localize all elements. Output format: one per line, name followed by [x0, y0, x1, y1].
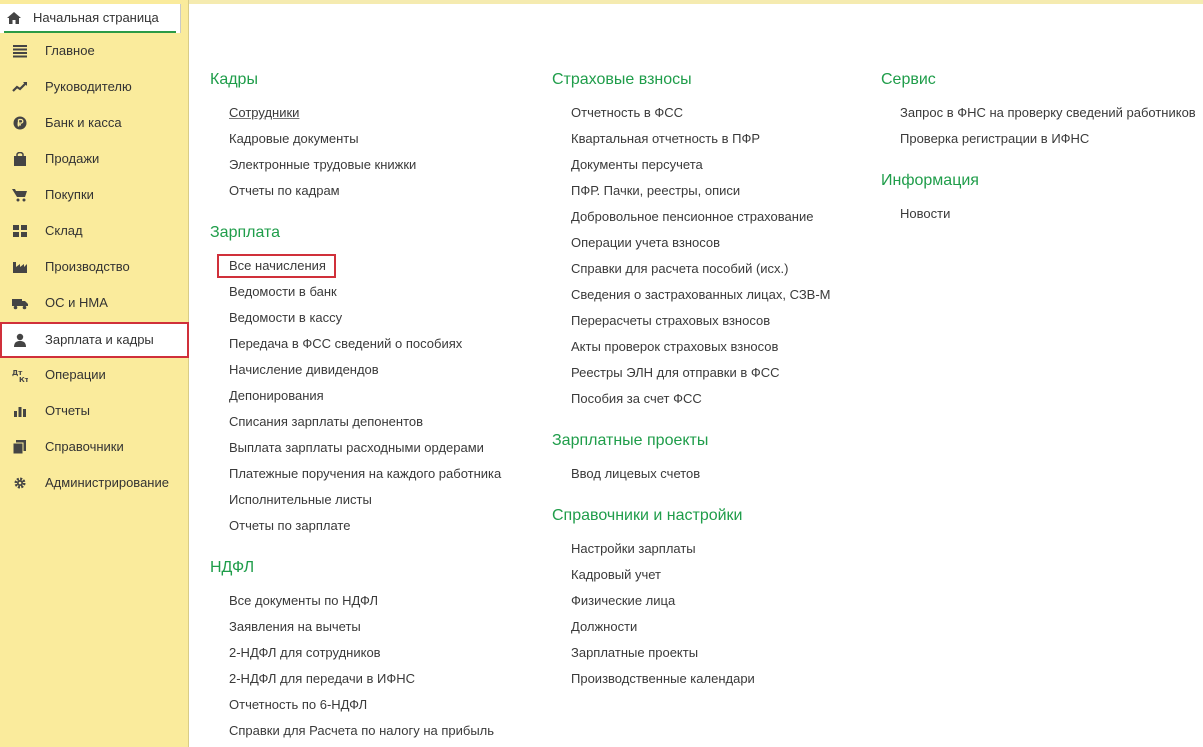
sidebar-item-bank[interactable]: Банк и касса	[0, 105, 189, 141]
sidebar-item-label: Руководителю	[45, 79, 132, 94]
link-profit-tax-certificates[interactable]: Справки для Расчета по налогу на прибыль	[229, 723, 494, 738]
link-eln-registers[interactable]: Реестры ЭЛН для отправки в ФСС	[571, 365, 780, 380]
link-writs-of-execution[interactable]: Исполнительные листы	[229, 492, 372, 507]
link-ifns-registration-check[interactable]: Проверка регистрации в ИФНС	[900, 131, 1089, 146]
sidebar-item-purchases[interactable]: Покупки	[0, 177, 189, 213]
link-szv-m[interactable]: Сведения о застрахованных лицах, СЗВ-М	[571, 287, 831, 302]
sidebar-item-label: Главное	[45, 43, 95, 58]
link-depositor-writeoffs[interactable]: Списания зарплаты депонентов	[229, 414, 423, 429]
link-electronic-workbooks[interactable]: Электронные трудовые книжки	[229, 157, 416, 172]
sidebar-item-warehouse[interactable]: Склад	[0, 213, 189, 249]
section-title-information: Информация	[881, 172, 979, 189]
shopping-bag-icon	[12, 152, 28, 166]
sidebar-item-salary-hr[interactable]: Зарплата и кадры	[0, 322, 189, 358]
sidebar-item-main[interactable]: Главное	[0, 33, 189, 69]
link-voluntary-pension[interactable]: Добровольное пенсионное страхование	[571, 209, 813, 224]
home-tab-label: Начальная страница	[33, 10, 159, 25]
sidebar-item-label: Склад	[45, 223, 83, 238]
sidebar-item-fixed-assets[interactable]: ОС и НМА	[0, 285, 189, 321]
link-all-ndfl-documents[interactable]: Все документы по НДФЛ	[229, 593, 378, 608]
sidebar-item-label: ОС и НМА	[45, 295, 108, 310]
link-payment-orders-per-employee[interactable]: Платежные поручения на каждого работника	[229, 466, 501, 481]
section-panel: Кадры Сотрудники Кадровые документы Элек…	[190, 0, 1203, 747]
link-hr-documents[interactable]: Кадровые документы	[229, 131, 359, 146]
sidebar-item-label: Продажи	[45, 151, 100, 166]
link-contribution-audits[interactable]: Акты проверок страховых взносов	[571, 339, 778, 354]
link-news[interactable]: Новости	[900, 206, 950, 221]
link-2ndfl-employees[interactable]: 2-НДФЛ для сотрудников	[229, 645, 381, 660]
section-title-ndfl: НДФЛ	[210, 559, 255, 576]
home-icon	[6, 11, 22, 25]
link-dividends[interactable]: Начисление дивидендов	[229, 362, 379, 377]
section-title-kadry: Кадры	[210, 71, 258, 88]
sidebar-item-reports[interactable]: Отчеты	[0, 393, 189, 429]
debit-credit-icon: Дт Кт	[12, 368, 28, 382]
link-fns-employee-check[interactable]: Запрос в ФНС на проверку сведений работн…	[900, 105, 1196, 120]
shopping-cart-icon	[12, 188, 28, 202]
link-depositions[interactable]: Депонирования	[229, 388, 324, 403]
link-salary-settings[interactable]: Настройки зарплаты	[571, 541, 696, 556]
person-icon	[12, 333, 28, 347]
sidebar-item-label: Справочники	[45, 439, 124, 454]
link-individuals[interactable]: Физические лица	[571, 593, 675, 608]
sidebar: Начальная страница Главное Руководителю …	[0, 0, 189, 747]
sidebar-item-administration[interactable]: Администрирование	[0, 465, 189, 501]
sidebar-item-label: Администрирование	[45, 475, 169, 490]
trend-chart-icon	[12, 80, 28, 94]
link-cash-order-payouts[interactable]: Выплата зарплаты расходными ордерами	[229, 440, 484, 455]
link-contribution-operations[interactable]: Операции учета взносов	[571, 235, 720, 250]
link-production-calendars[interactable]: Производственные календари	[571, 671, 755, 686]
link-pfr-packs[interactable]: ПФР. Пачки, реестры, описи	[571, 183, 740, 198]
link-positions[interactable]: Должности	[571, 619, 637, 634]
section-title-zarplata: Зарплата	[210, 224, 281, 241]
link-salary-projects[interactable]: Зарплатные проекты	[571, 645, 698, 660]
truck-icon	[12, 296, 28, 310]
section-title-service: Сервис	[881, 71, 936, 88]
link-hr-accounting[interactable]: Кадровый учет	[571, 567, 661, 582]
svg-text:Кт: Кт	[19, 376, 28, 382]
link-contribution-recalculations[interactable]: Перерасчеты страховых взносов	[571, 313, 770, 328]
link-6ndfl-reporting[interactable]: Отчетность по 6-НДФЛ	[229, 697, 367, 712]
sidebar-item-label: Операции	[45, 367, 106, 382]
link-bank-statements[interactable]: Ведомости в банк	[229, 284, 337, 299]
home-page-tab[interactable]: Начальная страница	[0, 4, 181, 33]
warehouse-grid-icon	[12, 224, 28, 238]
ruble-coin-icon	[12, 116, 28, 130]
link-personal-accounts-input[interactable]: Ввод лицевых счетов	[571, 466, 700, 481]
menu-lines-icon	[12, 44, 28, 58]
link-benefit-certificates[interactable]: Справки для расчета пособий (исх.)	[571, 261, 788, 276]
link-hr-reports[interactable]: Отчеты по кадрам	[229, 183, 340, 198]
sidebar-item-label: Банк и касса	[45, 115, 122, 130]
link-fss-benefits[interactable]: Пособия за счет ФСС	[571, 391, 702, 406]
factory-icon	[12, 260, 28, 274]
link-employees[interactable]: Сотрудники	[229, 105, 299, 120]
sidebar-item-label: Покупки	[45, 187, 94, 202]
link-salary-reports[interactable]: Отчеты по зарплате	[229, 518, 350, 533]
link-fss-benefits-transfer[interactable]: Передача в ФСС сведений о пособиях	[229, 336, 462, 351]
sidebar-item-production[interactable]: Производство	[0, 249, 189, 285]
sidebar-item-references[interactable]: Справочники	[0, 429, 189, 465]
link-cash-statements[interactable]: Ведомости в кассу	[229, 310, 342, 325]
sidebar-item-operations[interactable]: Дт Кт Операции	[0, 357, 189, 393]
section-title-references-settings: Справочники и настройки	[552, 507, 743, 524]
books-icon	[12, 440, 28, 454]
sidebar-item-sales[interactable]: Продажи	[0, 141, 189, 177]
link-personal-records-docs[interactable]: Документы персучета	[571, 157, 703, 172]
link-deduction-applications[interactable]: Заявления на вычеты	[229, 619, 361, 634]
link-pfr-quarterly[interactable]: Квартальная отчетность в ПФР	[571, 131, 760, 146]
section-title-salary-projects: Зарплатные проекты	[552, 432, 709, 449]
link-all-accruals[interactable]: Все начисления	[217, 254, 336, 278]
sidebar-item-label: Производство	[45, 259, 130, 274]
gear-icon	[12, 476, 28, 490]
section-title-insurance: Страховые взносы	[552, 71, 692, 88]
sidebar-item-label: Отчеты	[45, 403, 90, 418]
sidebar-item-manager[interactable]: Руководителю	[0, 69, 189, 105]
link-fss-reporting[interactable]: Отчетность в ФСС	[571, 105, 683, 120]
link-2ndfl-ifns[interactable]: 2-НДФЛ для передачи в ИФНС	[229, 671, 415, 686]
sidebar-item-label: Зарплата и кадры	[45, 332, 154, 347]
bar-chart-icon	[12, 404, 28, 418]
